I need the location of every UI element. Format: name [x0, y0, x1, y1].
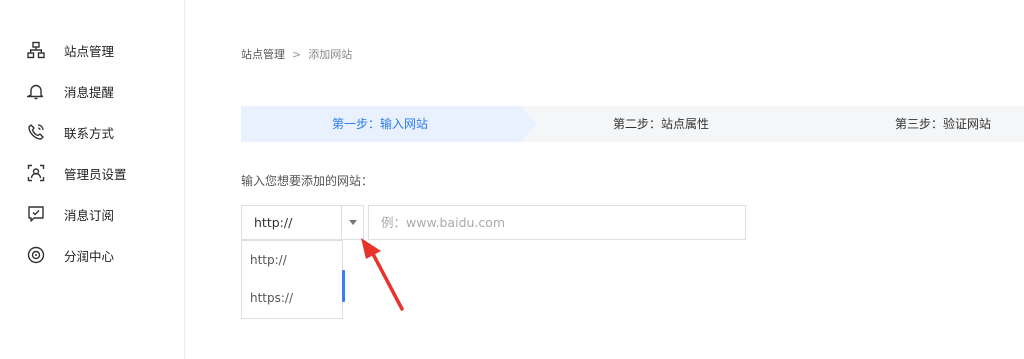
protocol-select-value: http:// [254, 215, 293, 230]
url-input[interactable] [368, 205, 746, 240]
sidebar-item-site-management[interactable]: 站点管理 [26, 39, 114, 61]
sidebar-item-subscription[interactable]: 消息订阅 [26, 203, 114, 225]
protocol-dropdown-list: http:// https:// [241, 240, 343, 319]
sidebar-item-revenue-center[interactable]: 分润中心 [26, 244, 114, 266]
sidebar-item-contact[interactable]: 联系方式 [26, 121, 114, 143]
admin-id-icon [26, 163, 46, 183]
sidebar-item-admin-settings[interactable]: 管理员设置 [26, 162, 127, 184]
caret-down-icon [348, 220, 357, 225]
protocol-select[interactable]: http:// [241, 205, 364, 240]
bell-icon [26, 81, 46, 101]
step-1-input-site: 第一步：输入网站 [332, 117, 429, 131]
step-2-site-attributes: 第二步：站点属性 [613, 117, 710, 131]
option-http[interactable]: http:// [250, 253, 287, 267]
sidebar-item-label: 消息提醒 [64, 84, 115, 100]
option-https[interactable]: https:// [250, 291, 293, 305]
sidebar-item-label: 管理员设置 [64, 166, 127, 182]
dropdown-scrollbar[interactable] [342, 270, 345, 302]
step-3-verify-site: 第三步：验证网站 [895, 117, 992, 131]
steps-bar: 第一步：输入网站 第二步：站点属性 第三步：验证网站 [241, 106, 1024, 142]
breadcrumb-parent-link[interactable]: 站点管理 [241, 46, 285, 62]
sidebar-item-label: 站点管理 [64, 43, 115, 59]
sidebar-item-label: 分润中心 [64, 248, 115, 264]
revenue-icon [26, 245, 46, 265]
form-label: 输入您想要添加的网站： [241, 174, 374, 188]
chevron-right-icon: > [292, 47, 302, 61]
sidebar-item-label: 消息订阅 [64, 207, 115, 223]
sidebar: 站点管理 消息提醒 联系方式 管理员设置 消息订阅 分润中心 [0, 0, 185, 359]
subscribe-icon [26, 204, 46, 224]
phone-icon [26, 122, 46, 142]
sitemap-icon [26, 40, 46, 60]
sidebar-item-label: 联系方式 [64, 125, 115, 141]
breadcrumb-current: 添加网站 [308, 48, 353, 61]
sidebar-item-notifications[interactable]: 消息提醒 [26, 80, 114, 102]
dropdown-toggle[interactable] [341, 206, 363, 239]
breadcrumb: 站点管理 > 添加网站 [241, 46, 352, 62]
